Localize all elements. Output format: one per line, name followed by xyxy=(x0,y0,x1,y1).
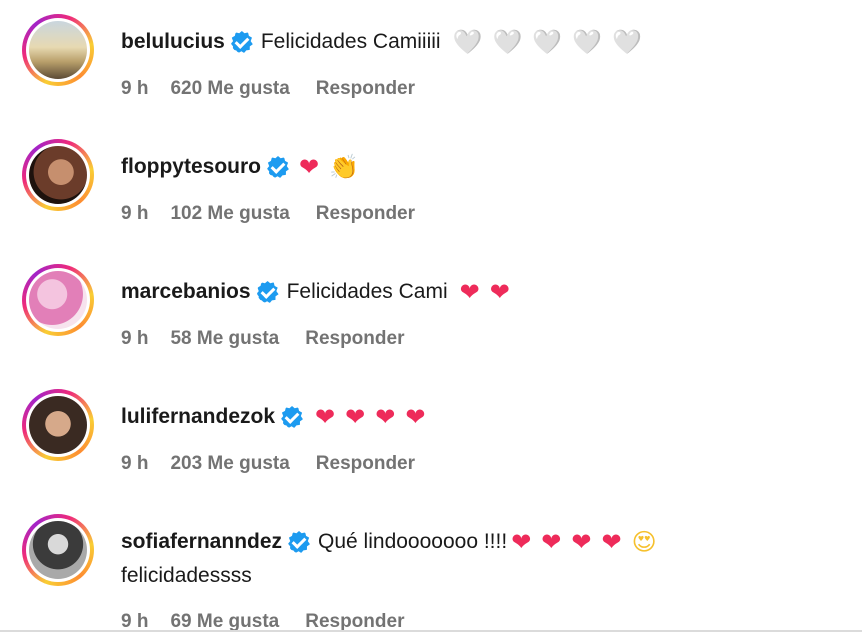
likes-count[interactable]: 620 Me gusta xyxy=(170,77,289,101)
comment-line: sofiafernanndez Qué lindooooooo !!!! ❤ ❤… xyxy=(121,528,657,556)
reply-button[interactable]: Responder xyxy=(305,327,404,351)
comment-time[interactable]: 9 h xyxy=(121,327,148,351)
red-heart-emoji-icon: ❤ xyxy=(315,403,336,431)
avatar[interactable] xyxy=(29,271,87,329)
red-heart-emoji-icon: ❤ xyxy=(541,528,562,556)
avatar[interactable] xyxy=(29,146,87,204)
white-heart-emoji-icon: 🤍 xyxy=(532,28,563,56)
username-link[interactable]: sofiafernanndez xyxy=(121,528,282,556)
avatar[interactable] xyxy=(29,21,87,79)
comment-text: Felicidades Cami xyxy=(286,280,448,303)
white-heart-emoji-icon: 🤍 xyxy=(452,28,483,56)
comment-line: floppytesouro ❤ 👏 xyxy=(121,153,359,181)
red-heart-emoji-icon: ❤ xyxy=(345,403,366,431)
likes-count[interactable]: 203 Me gusta xyxy=(170,452,289,476)
username-link[interactable]: lulifernandezok xyxy=(121,403,275,431)
avatar[interactable] xyxy=(29,396,87,454)
verified-badge-icon xyxy=(267,156,289,178)
red-heart-emoji-icon: ❤ xyxy=(405,403,426,431)
comment-time[interactable]: 9 h xyxy=(121,452,148,476)
comment-meta: 9 h 620 Me gusta Responder xyxy=(121,77,415,101)
divider xyxy=(0,630,862,632)
likes-count[interactable]: 102 Me gusta xyxy=(170,202,289,226)
white-heart-emoji-icon: 🤍 xyxy=(492,28,523,56)
comment-meta: 9 h 102 Me gusta Responder xyxy=(121,202,415,226)
story-ring[interactable] xyxy=(22,264,94,336)
story-ring[interactable] xyxy=(22,14,94,86)
verified-badge-icon xyxy=(288,531,311,553)
story-ring[interactable] xyxy=(22,514,94,586)
username-link[interactable]: floppytesouro xyxy=(121,153,261,181)
verified-badge-icon xyxy=(256,281,279,303)
comment-time[interactable]: 9 h xyxy=(121,77,148,101)
comment-line: lulifernandezok ❤ ❤ ❤ ❤ xyxy=(121,403,425,431)
comment-line: marcebanios Felicidades Cami ❤ ❤ xyxy=(121,278,510,306)
comment-text: Qué lindooooooo !!!! xyxy=(318,530,508,553)
comment-meta: 9 h 203 Me gusta Responder xyxy=(121,452,415,476)
red-heart-emoji-icon: ❤ xyxy=(299,153,320,181)
story-ring[interactable] xyxy=(22,389,94,461)
story-ring[interactable] xyxy=(22,139,94,211)
heart-eyes-emoji-icon: 😍 xyxy=(631,528,657,556)
reply-button[interactable]: Responder xyxy=(316,452,415,476)
comment-line: belulucius Felicidades Camiiiii 🤍 🤍 🤍 🤍 … xyxy=(121,28,642,56)
avatar[interactable] xyxy=(29,521,87,579)
red-heart-emoji-icon: ❤ xyxy=(489,278,510,306)
username-link[interactable]: marcebanios xyxy=(121,278,251,306)
comment-meta: 9 h 58 Me gusta Responder xyxy=(121,327,404,351)
red-heart-emoji-icon: ❤ xyxy=(571,528,592,556)
likes-count[interactable]: 58 Me gusta xyxy=(170,327,279,351)
username-link[interactable]: belulucius xyxy=(121,28,225,56)
reply-button[interactable]: Responder xyxy=(316,77,415,101)
red-heart-emoji-icon: ❤ xyxy=(375,403,396,431)
clapping-hands-emoji-icon: 👏 xyxy=(329,153,359,181)
reply-button[interactable]: Responder xyxy=(316,202,415,226)
red-heart-emoji-icon: ❤ xyxy=(601,528,622,556)
comment-text-continuation: felicidadessss xyxy=(121,564,252,587)
verified-badge-icon xyxy=(281,406,304,428)
comment-time[interactable]: 9 h xyxy=(121,202,148,226)
comment-text: Felicidades Camiiiii xyxy=(260,30,441,53)
verified-badge-icon xyxy=(230,31,253,53)
white-heart-emoji-icon: 🤍 xyxy=(612,28,643,56)
comments-list: belulucius Felicidades Camiiiii 🤍 🤍 🤍 🤍 … xyxy=(0,0,862,644)
red-heart-emoji-icon: ❤ xyxy=(511,528,532,556)
white-heart-emoji-icon: 🤍 xyxy=(572,28,603,56)
red-heart-emoji-icon: ❤ xyxy=(459,278,480,306)
